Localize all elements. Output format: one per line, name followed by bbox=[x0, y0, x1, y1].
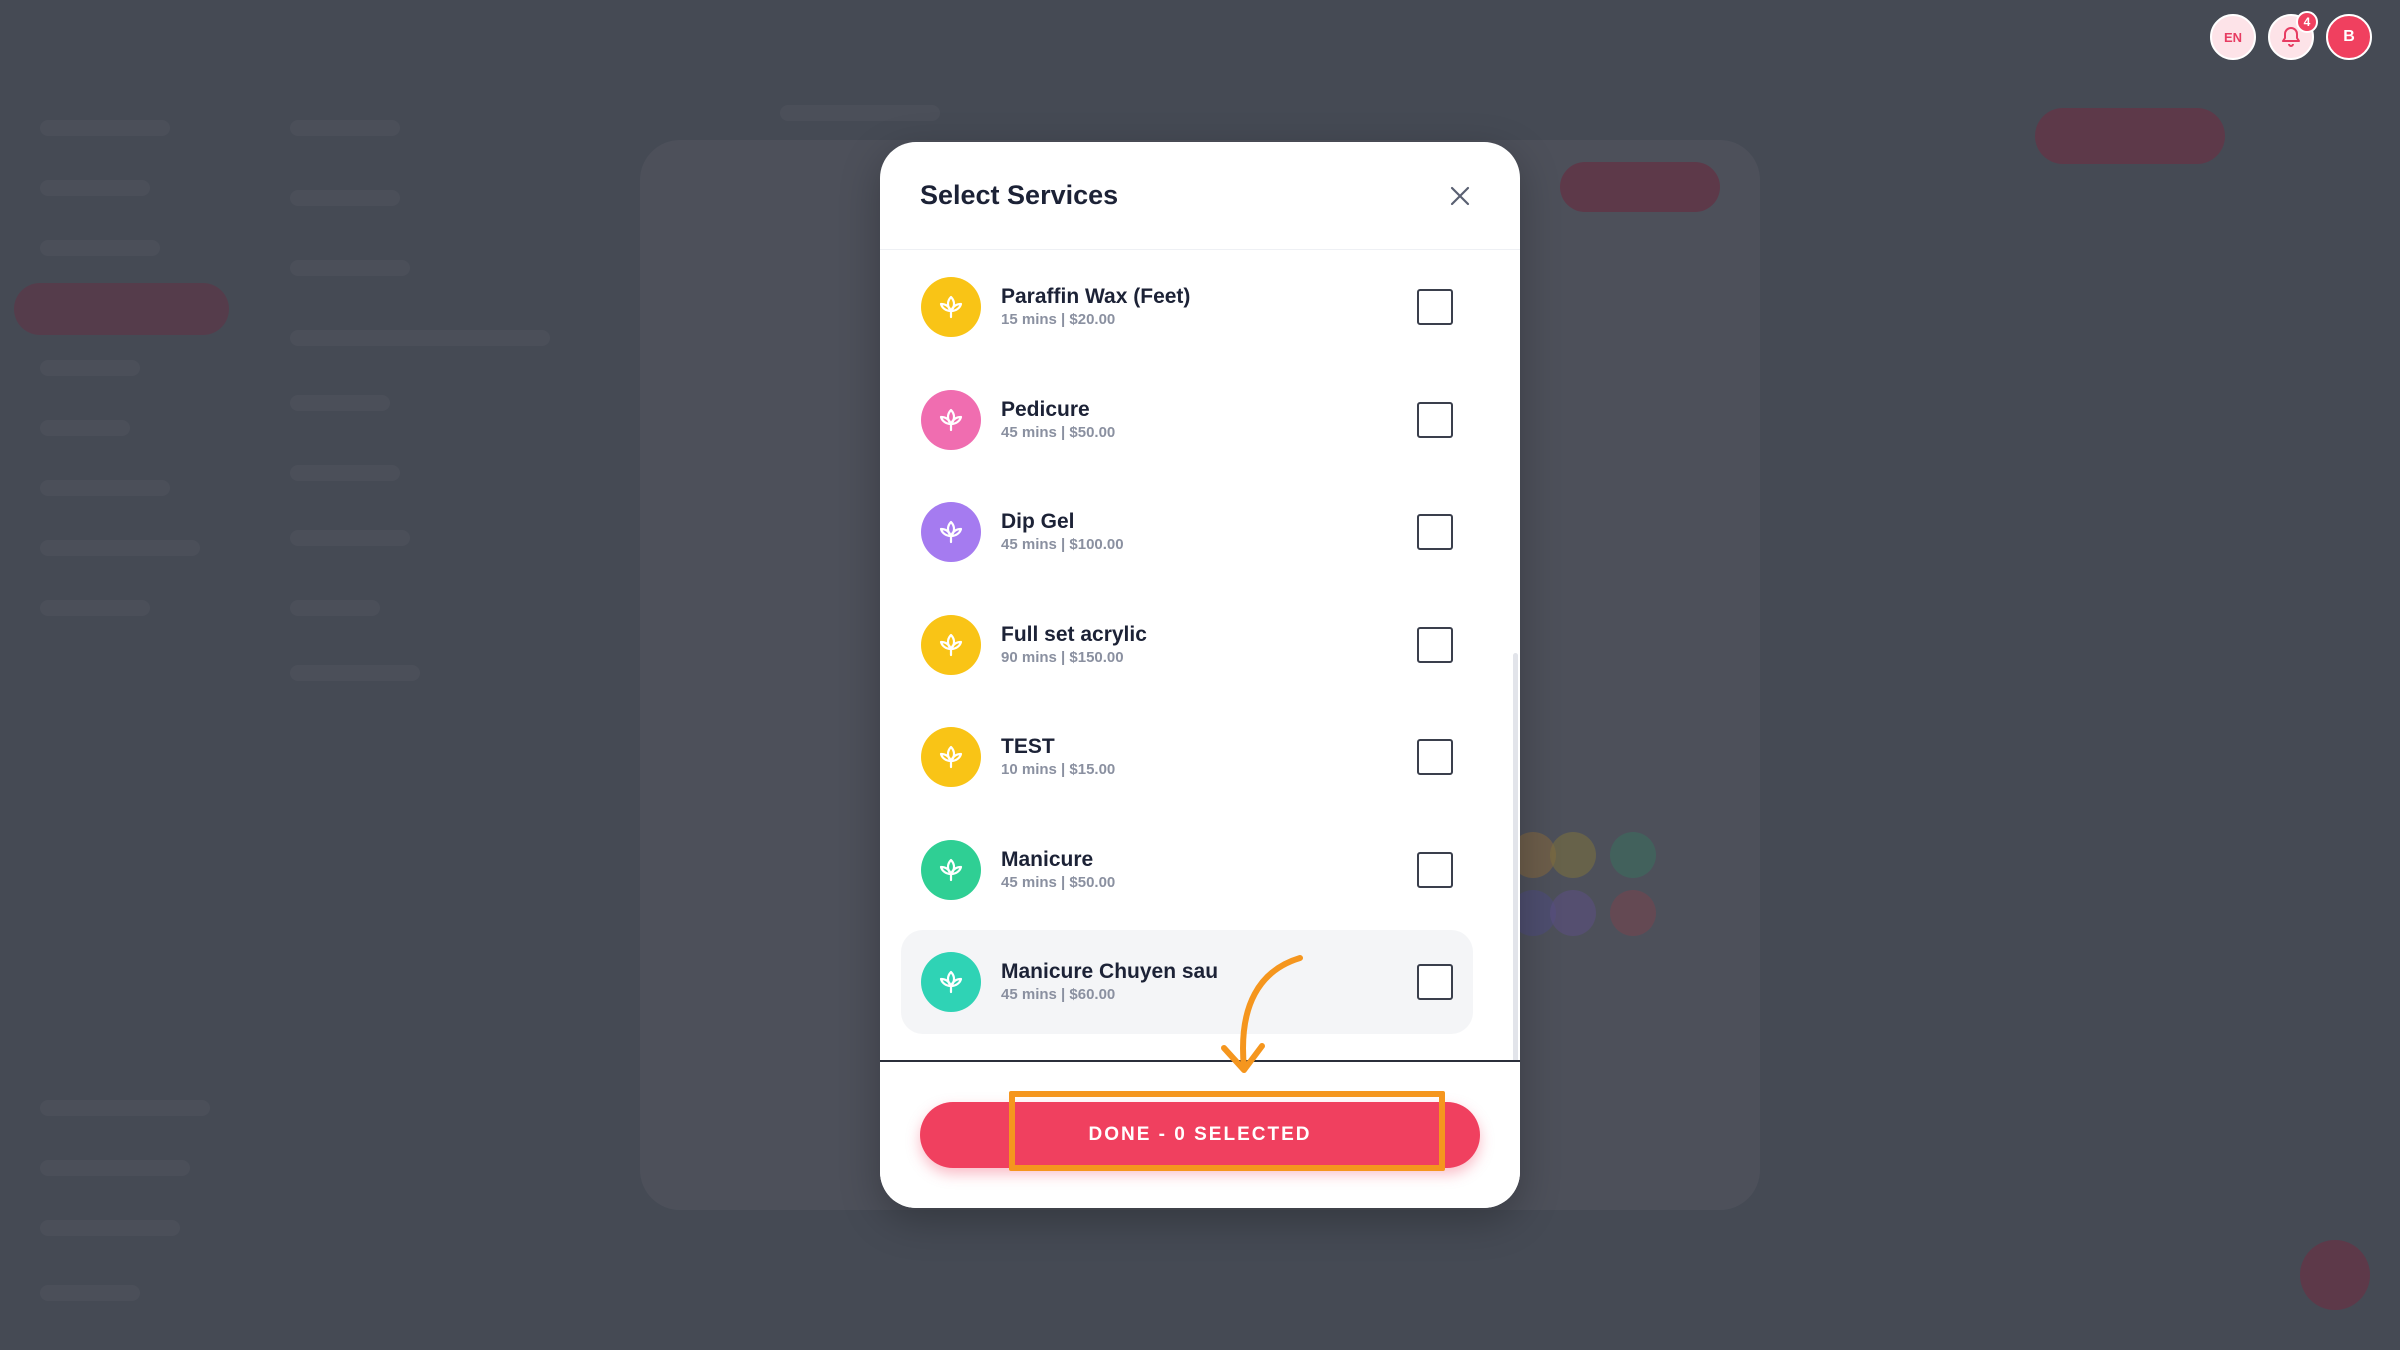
select-services-modal: Select Services Paraffin Wax (Feet) 15 m… bbox=[880, 142, 1520, 1208]
service-meta: 45 mins | $50.00 bbox=[1001, 424, 1116, 441]
service-meta: 10 mins | $15.00 bbox=[1001, 761, 1116, 778]
service-name: Paraffin Wax (Feet) bbox=[1001, 285, 1191, 308]
lotus-icon bbox=[921, 840, 981, 900]
lotus-icon bbox=[921, 502, 981, 562]
close-icon bbox=[1450, 186, 1470, 205]
service-checkbox[interactable] bbox=[1417, 964, 1453, 1000]
service-checkbox[interactable] bbox=[1417, 627, 1453, 663]
service-item[interactable]: Manicure Chuyen sau 45 mins | $60.00 bbox=[901, 930, 1473, 1034]
service-name: Full set acrylic bbox=[1001, 623, 1147, 646]
service-meta: 45 mins | $100.00 bbox=[1001, 536, 1124, 553]
lotus-icon bbox=[921, 727, 981, 787]
modal-footer: DONE - 0 SELECTED bbox=[880, 1060, 1520, 1208]
service-checkbox[interactable] bbox=[1417, 289, 1453, 325]
service-item[interactable]: Dip Gel 45 mins | $100.00 bbox=[901, 480, 1473, 584]
notifications-button[interactable]: 4 bbox=[2268, 11, 2318, 60]
service-meta: 45 mins | $60.00 bbox=[1001, 986, 1116, 1003]
service-checkbox[interactable] bbox=[1417, 514, 1453, 550]
service-meta: 90 mins | $150.00 bbox=[1001, 649, 1124, 666]
service-name: Pedicure bbox=[1001, 398, 1090, 421]
close-button[interactable] bbox=[1440, 176, 1480, 216]
services-list[interactable]: Paraffin Wax (Feet) 15 mins | $20.00 Ped… bbox=[880, 251, 1520, 1201]
service-checkbox[interactable] bbox=[1417, 739, 1453, 775]
modal-title: Select Services bbox=[920, 180, 1119, 210]
service-checkbox[interactable] bbox=[1417, 852, 1453, 888]
service-item[interactable]: Paraffin Wax (Feet) 15 mins | $20.00 bbox=[901, 255, 1473, 359]
service-meta: 15 mins | $20.00 bbox=[1001, 311, 1116, 328]
service-name: Dip Gel bbox=[1001, 510, 1075, 533]
service-name: Manicure Chuyen sau bbox=[1001, 960, 1219, 983]
service-name: TEST bbox=[1001, 735, 1055, 758]
service-item[interactable]: Full set acrylic 90 mins | $150.00 bbox=[901, 593, 1473, 697]
user-avatar[interactable]: B bbox=[2326, 14, 2372, 60]
modal-header: Select Services bbox=[880, 142, 1520, 250]
service-item[interactable]: Manicure 45 mins | $50.00 bbox=[901, 818, 1473, 922]
service-meta: 45 mins | $50.00 bbox=[1001, 874, 1116, 891]
lotus-icon bbox=[921, 277, 981, 337]
lotus-icon bbox=[921, 390, 981, 450]
notification-badge: 4 bbox=[2296, 11, 2318, 33]
header-actions: EN 4 B bbox=[2210, 11, 2372, 60]
done-button[interactable]: DONE - 0 SELECTED bbox=[920, 1102, 1480, 1168]
service-item[interactable]: TEST 10 mins | $15.00 bbox=[901, 705, 1473, 809]
language-label: EN bbox=[2223, 29, 2243, 45]
lotus-icon bbox=[921, 615, 981, 675]
service-item[interactable]: Pedicure 45 mins | $50.00 bbox=[901, 368, 1473, 472]
lotus-icon bbox=[921, 952, 981, 1012]
avatar-initial: B bbox=[2343, 28, 2355, 45]
service-name: Manicure bbox=[1001, 848, 1094, 871]
language-button[interactable]: EN bbox=[2210, 14, 2256, 60]
service-checkbox[interactable] bbox=[1417, 402, 1453, 438]
